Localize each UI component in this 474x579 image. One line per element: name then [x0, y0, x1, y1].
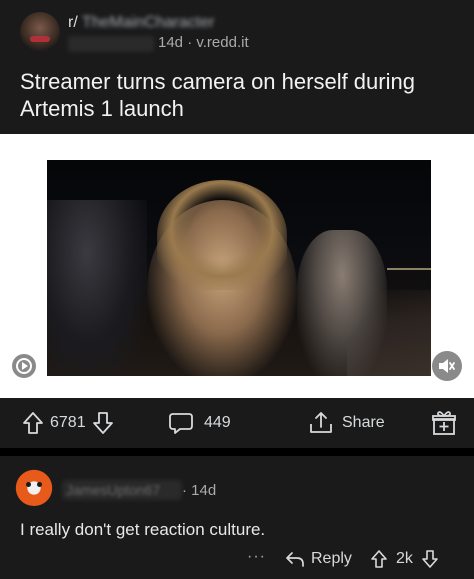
gift-icon — [431, 409, 457, 437]
reply-label: Reply — [311, 550, 352, 567]
reply-arrow-icon — [285, 550, 305, 568]
more-options-button[interactable]: ··· — [247, 548, 266, 566]
upvote-count: 6781 — [50, 414, 86, 431]
comment-count: 449 — [204, 414, 231, 431]
speaker-muted-icon[interactable] — [432, 351, 462, 381]
video-frame-figure-right — [297, 230, 387, 376]
comment-time-value: 14d — [191, 482, 217, 499]
comment-vote-group: 2k — [370, 544, 439, 574]
comment-action-bar: ··· Reply 2k — [0, 544, 474, 574]
video-frame-hair — [157, 180, 287, 290]
play-circle-icon[interactable] — [12, 354, 36, 378]
arrow-up-icon[interactable] — [370, 549, 388, 569]
share-icon — [308, 410, 334, 436]
video-player[interactable] — [47, 160, 431, 376]
comment-author[interactable]: JamesUpton67 — [62, 480, 182, 500]
commenter-avatar[interactable] — [14, 466, 54, 506]
post-time: 14d — [158, 34, 184, 51]
subreddit-author-line[interactable]: r/ TheMainCharacter — [68, 14, 214, 32]
redacted-block — [68, 36, 154, 52]
arrow-up-icon[interactable] — [22, 411, 44, 435]
speech-bubble-icon — [168, 411, 194, 435]
author-name[interactable]: TheMainCharacter — [82, 14, 215, 31]
post-header: r/ TheMainCharacter 14d · v.redd.it — [0, 0, 474, 60]
subreddit-name[interactable]: r/ — [68, 14, 78, 31]
share-button[interactable]: Share — [308, 398, 385, 448]
comment-score: 2k — [396, 550, 413, 567]
author-avatar[interactable] — [20, 12, 60, 52]
arrow-down-icon[interactable] — [92, 411, 114, 435]
media-container — [0, 134, 474, 398]
arrow-down-icon[interactable] — [421, 549, 439, 569]
share-label: Share — [342, 414, 385, 431]
post-title-block[interactable]: Streamer turns camera on herself during … — [0, 60, 474, 134]
post-domain[interactable]: v.redd.it — [196, 34, 248, 51]
comment: JamesUpton67 · 14d I really don't get re… — [0, 456, 474, 579]
comment-body: I really don't get reaction culture. — [20, 520, 266, 539]
comments-button[interactable]: 449 — [168, 398, 231, 448]
award-button[interactable] — [431, 398, 457, 448]
video-frame-lights — [387, 268, 431, 270]
vote-group: 6781 — [22, 398, 114, 448]
comment-author-name[interactable]: JamesUpton67 — [66, 482, 160, 498]
video-frame-figure-left — [47, 200, 147, 376]
post-meta: 14d · v.redd.it — [68, 34, 268, 54]
post-action-bar: 6781 449 Share — [0, 398, 474, 448]
section-divider — [0, 448, 474, 456]
reply-button[interactable]: Reply — [285, 544, 352, 574]
post-meta-text: 14d · v.redd.it — [158, 34, 249, 51]
comment-time: · 14d — [182, 482, 217, 499]
post-title[interactable]: Streamer turns camera on herself during … — [20, 68, 460, 122]
